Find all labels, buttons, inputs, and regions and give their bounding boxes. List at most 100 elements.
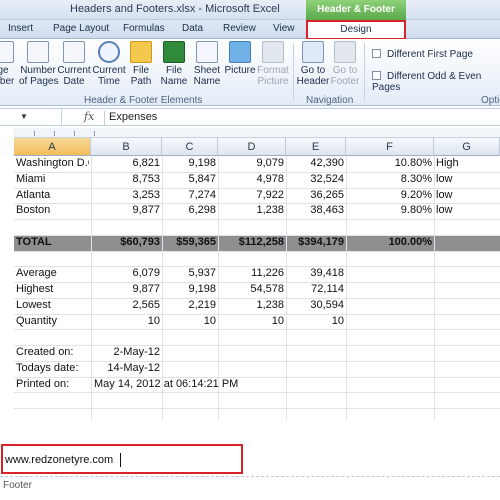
table-cell[interactable]: Washington D.C xyxy=(16,156,89,171)
table-cell[interactable]: 2-May-12 xyxy=(93,345,160,360)
table-cell[interactable]: Atlanta xyxy=(16,188,89,203)
table-cell[interactable]: $59,365 xyxy=(164,235,216,250)
table-cell[interactable]: Created on: xyxy=(16,345,89,360)
table-cell[interactable]: 39,418 xyxy=(288,266,344,281)
table-cell[interactable]: 4,978 xyxy=(220,172,284,187)
tab-formulas[interactable]: Formulas xyxy=(123,23,165,34)
go-to-footer-button[interactable]: Go to Footer xyxy=(326,41,364,87)
file-path-label: File Path xyxy=(130,65,152,87)
column-header-g[interactable]: G xyxy=(434,138,500,156)
table-cell[interactable]: 2,565 xyxy=(93,298,160,313)
table-cell[interactable]: 11,226 xyxy=(220,266,284,281)
table-cell[interactable]: TOTAL xyxy=(16,235,89,250)
name-box[interactable]: ▼ xyxy=(0,109,62,125)
table-cell[interactable]: Lowest xyxy=(16,298,89,313)
table-cell[interactable]: 10 xyxy=(220,314,284,329)
table-cell[interactable]: 9,877 xyxy=(93,282,160,297)
table-cell[interactable]: 14-May-12 xyxy=(93,361,160,376)
table-cell[interactable]: 1,238 xyxy=(220,298,284,313)
table-cell[interactable]: $394,179 xyxy=(288,235,344,250)
table-cell[interactable]: 1,238 xyxy=(220,203,284,218)
table-cell[interactable]: low xyxy=(436,203,498,218)
column-header-f[interactable]: F xyxy=(346,138,434,156)
table-cell[interactable]: 36,265 xyxy=(288,188,344,203)
column-header-b[interactable]: B xyxy=(91,138,162,156)
table-cell[interactable]: $60,793 xyxy=(93,235,160,250)
column-header-e[interactable]: E xyxy=(286,138,346,156)
tab-data[interactable]: Data xyxy=(182,23,203,34)
table-cell[interactable]: 6,821 xyxy=(93,156,160,171)
table-cell[interactable]: 8.30% xyxy=(348,172,432,187)
tab-insert[interactable]: Insert xyxy=(8,23,33,34)
table-cell[interactable]: May 14, 2012 at 06:14:21 PM xyxy=(94,377,294,392)
table-cell[interactable]: 30,594 xyxy=(288,298,344,313)
table-cell[interactable]: 2,219 xyxy=(164,298,216,313)
table-cell[interactable]: 10.80% xyxy=(348,156,432,171)
table-cell[interactable]: low xyxy=(436,188,498,203)
table-cell[interactable]: 38,463 xyxy=(288,203,344,218)
tab-review[interactable]: Review xyxy=(223,23,256,34)
picture-icon xyxy=(229,41,251,63)
excel-file-icon xyxy=(163,41,185,63)
go-to-header-icon xyxy=(302,41,324,63)
footer-section-left[interactable]: www.redzonetyre.com xyxy=(1,444,243,474)
column-header-c[interactable]: C xyxy=(162,138,218,156)
table-cell[interactable]: 6,298 xyxy=(164,203,216,218)
number-of-pages-button[interactable]: Number of Pages xyxy=(19,41,59,87)
group-label-options: Optio xyxy=(481,95,500,106)
table-cell[interactable]: 54,578 xyxy=(220,282,284,297)
window-title: Headers and Footers.xlsx - Microsoft Exc… xyxy=(70,3,280,15)
table-cell[interactable]: 100.00% xyxy=(348,235,432,250)
table-cell[interactable]: 9,198 xyxy=(164,282,216,297)
table-cell[interactable]: 8,753 xyxy=(93,172,160,187)
different-odd-even-checkbox[interactable]: Different Odd & Even Pages xyxy=(372,71,500,93)
table-cell[interactable]: Average xyxy=(16,266,89,281)
table-cell[interactable]: 9,079 xyxy=(220,156,284,171)
table-cell[interactable]: 72,114 xyxy=(288,282,344,297)
column-header-d[interactable]: D xyxy=(218,138,286,156)
table-cell[interactable]: Printed on: xyxy=(16,377,89,392)
footer-area: www.redzonetyre.com Footer xyxy=(0,420,500,500)
formula-input[interactable]: Expenses xyxy=(104,111,157,125)
table-cell[interactable]: 42,390 xyxy=(288,156,344,171)
table-cell[interactable]: 9,877 xyxy=(93,203,160,218)
current-date-button[interactable]: Current Date xyxy=(55,41,93,87)
worksheet-grid[interactable]: Washington D.C 6,821 9,198 9,079 42,390 10.80… xyxy=(14,156,500,420)
table-cell[interactable]: 9.20% xyxy=(348,188,432,203)
grid-line xyxy=(434,156,435,420)
table-cell[interactable]: Quantity xyxy=(16,314,89,329)
number-of-pages-label: Number of Pages xyxy=(19,65,59,87)
table-cell[interactable]: 3,253 xyxy=(93,188,160,203)
table-cell[interactable]: 5,937 xyxy=(164,266,216,281)
table-cell[interactable]: low xyxy=(436,172,498,187)
fx-icon[interactable]: fx xyxy=(84,110,94,123)
table-cell[interactable]: 6,079 xyxy=(93,266,160,281)
table-cell[interactable]: Boston xyxy=(16,203,89,218)
table-cell[interactable]: $112,258 xyxy=(220,235,284,250)
format-picture-button[interactable]: Format Picture xyxy=(254,41,292,87)
different-first-page-label: Different First Page xyxy=(387,49,473,60)
table-cell[interactable]: 9,198 xyxy=(164,156,216,171)
table-cell[interactable]: High xyxy=(436,156,498,171)
tab-design[interactable]: Design xyxy=(306,20,406,40)
format-picture-icon xyxy=(262,41,284,63)
different-first-page-checkbox[interactable]: Different First Page xyxy=(372,49,473,60)
different-odd-even-label: Different Odd & Even Pages xyxy=(372,71,482,93)
table-cell[interactable]: 5,847 xyxy=(164,172,216,187)
table-cell[interactable]: 10 xyxy=(164,314,216,329)
tab-page-layout[interactable]: Page Layout xyxy=(53,23,109,34)
current-date-label: Current Date xyxy=(57,65,91,87)
table-cell[interactable]: 10 xyxy=(288,314,344,329)
table-cell[interactable]: 10 xyxy=(93,314,160,329)
table-cell[interactable]: 7,922 xyxy=(220,188,284,203)
table-cell[interactable]: 32,524 xyxy=(288,172,344,187)
footer-text[interactable]: www.redzonetyre.com xyxy=(5,454,113,466)
chevron-down-icon[interactable]: ▼ xyxy=(20,112,28,121)
table-cell[interactable]: 9.80% xyxy=(348,203,432,218)
table-cell[interactable]: Todays date: xyxy=(16,361,89,376)
table-cell[interactable]: Highest xyxy=(16,282,89,297)
table-cell[interactable]: Miami xyxy=(16,172,89,187)
column-header-a[interactable]: A xyxy=(14,138,91,156)
tab-view[interactable]: View xyxy=(273,23,295,34)
table-cell[interactable]: 7,274 xyxy=(164,188,216,203)
